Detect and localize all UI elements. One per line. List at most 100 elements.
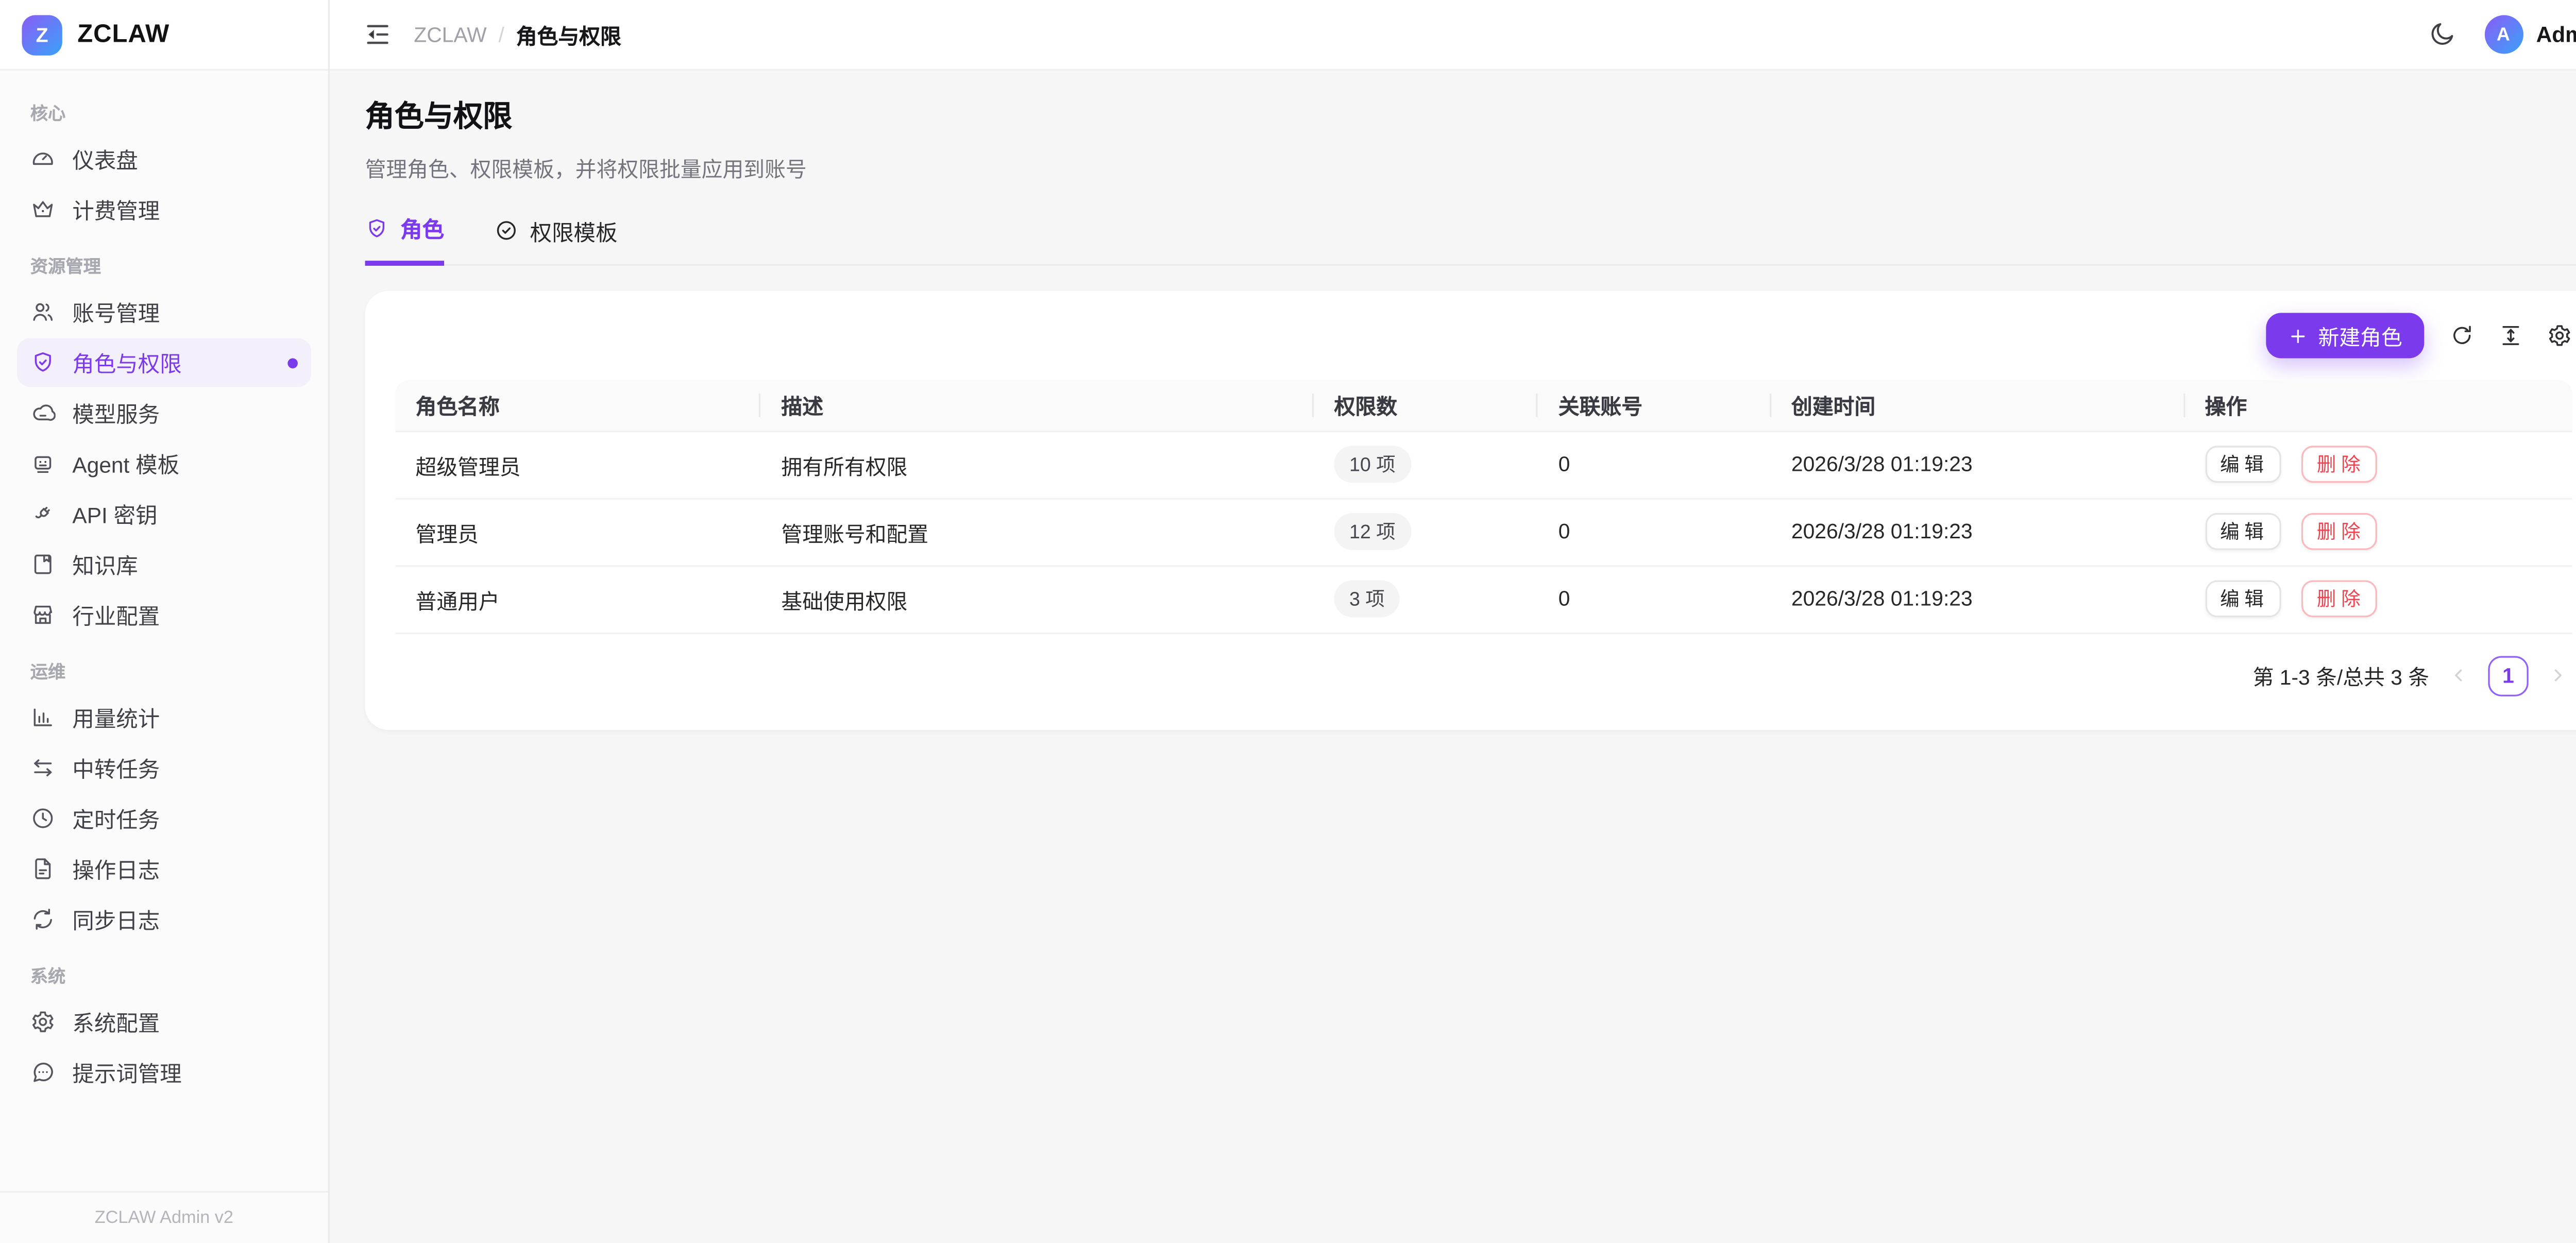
cell-role-name: 管理员 bbox=[395, 498, 761, 566]
dark-mode-toggle[interactable] bbox=[2427, 20, 2455, 49]
sidebar-item-industry-config[interactable]: 行业配置 bbox=[17, 590, 311, 639]
bar-chart-icon bbox=[30, 705, 56, 730]
column-settings-button[interactable] bbox=[2547, 323, 2572, 348]
sidebar-item-label: 操作日志 bbox=[72, 853, 160, 885]
sidebar-item-label: Agent 模板 bbox=[72, 448, 179, 480]
table-header-row: 角色名称 描述 权限数 关联账号 创建时间 操作 bbox=[395, 380, 2572, 431]
breadcrumb-current: 角色与权限 bbox=[516, 19, 621, 50]
sidebar-item-operation-logs[interactable]: 操作日志 bbox=[17, 844, 311, 893]
gear-icon bbox=[30, 1009, 56, 1034]
new-role-label: 新建角色 bbox=[2318, 319, 2402, 351]
tab-bar: 角色 权限模板 bbox=[365, 212, 2576, 265]
sidebar-item-dashboard[interactable]: 仪表盘 bbox=[17, 134, 311, 183]
sidebar-item-label: 用量统计 bbox=[72, 702, 160, 734]
pagination-prev-button[interactable] bbox=[2448, 665, 2469, 686]
cell-linked-accounts: 0 bbox=[1538, 431, 1771, 498]
cell-description: 基础使用权限 bbox=[761, 565, 1314, 633]
pagination-summary: 第 1-3 条/总共 3 条 bbox=[2253, 659, 2429, 691]
table-row: 普通用户 基础使用权限 3 项 0 2026/3/28 01:19:23 编辑 … bbox=[395, 565, 2572, 633]
moon-icon bbox=[2427, 20, 2455, 49]
column-header-actions: 操作 bbox=[2185, 380, 2572, 431]
active-dot-indicator bbox=[287, 357, 298, 368]
sidebar-footer-version: ZCLAW Admin v2 bbox=[0, 1191, 328, 1243]
pagination-page-1[interactable]: 1 bbox=[2488, 655, 2528, 695]
chevron-right-icon bbox=[2547, 665, 2569, 686]
topbar-right: A Admin bbox=[2427, 15, 2576, 54]
sidebar-item-api-keys[interactable]: API 密钥 bbox=[17, 489, 311, 538]
tab-roles[interactable]: 角色 bbox=[365, 212, 445, 265]
transfer-icon bbox=[30, 755, 56, 780]
breadcrumb-root[interactable]: ZCLAW bbox=[414, 23, 486, 46]
tab-permission-templates[interactable]: 权限模板 bbox=[495, 212, 617, 265]
shield-check-icon bbox=[30, 350, 56, 375]
sidebar-item-label: 提示词管理 bbox=[72, 1057, 181, 1088]
tab-label: 角色 bbox=[400, 212, 444, 244]
sidebar-item-scheduled-tasks[interactable]: 定时任务 bbox=[17, 794, 311, 843]
users-icon bbox=[30, 299, 56, 325]
permission-count-badge: 10 项 bbox=[1334, 446, 1411, 483]
sidebar-item-label: 系统配置 bbox=[72, 1006, 160, 1038]
edit-button[interactable]: 编辑 bbox=[2205, 581, 2281, 618]
gear-icon bbox=[2547, 323, 2572, 348]
sidebar-collapse-button[interactable] bbox=[363, 20, 392, 49]
sidebar-item-system-config[interactable]: 系统配置 bbox=[17, 997, 311, 1046]
sidebar-item-label: API 密钥 bbox=[72, 498, 157, 530]
user-name[interactable]: Admin bbox=[2536, 22, 2576, 47]
sidebar-item-knowledge-base[interactable]: 知识库 bbox=[17, 540, 311, 589]
toolbar-icon-group bbox=[2449, 323, 2572, 348]
shield-check-icon bbox=[365, 216, 389, 240]
sidebar-item-sync-logs[interactable]: 同步日志 bbox=[17, 895, 311, 944]
sidebar-item-model-services[interactable]: 模型服务 bbox=[17, 388, 311, 437]
message-dots-icon bbox=[30, 1060, 56, 1085]
edit-button[interactable]: 编辑 bbox=[2205, 513, 2281, 550]
refresh-button[interactable] bbox=[2449, 323, 2475, 348]
sidebar-item-label: 中转任务 bbox=[72, 752, 160, 784]
sidebar-item-billing[interactable]: 计费管理 bbox=[17, 185, 311, 234]
menu-fold-icon bbox=[363, 20, 392, 49]
page-content: 角色与权限 管理角色、权限模板，并将权限批量应用到账号 角色 权限模板 bbox=[330, 71, 2576, 1243]
delete-button[interactable]: 删除 bbox=[2301, 513, 2377, 550]
nav-section-resources: 资源管理 bbox=[30, 254, 298, 279]
cell-role-name: 普通用户 bbox=[395, 565, 761, 633]
table-toolbar: 新建角色 bbox=[395, 313, 2572, 358]
sidebar-item-agent-templates[interactable]: Agent 模板 bbox=[17, 439, 311, 488]
density-button[interactable] bbox=[2498, 323, 2523, 348]
nav-section-system: 系统 bbox=[30, 964, 298, 989]
store-icon bbox=[30, 602, 56, 627]
table-row: 管理员 管理账号和配置 12 项 0 2026/3/28 01:19:23 编辑… bbox=[395, 498, 2572, 566]
pagination-next-button[interactable] bbox=[2547, 665, 2569, 686]
breadcrumb: ZCLAW / 角色与权限 bbox=[414, 19, 621, 50]
cell-role-name: 超级管理员 bbox=[395, 431, 761, 498]
new-role-button[interactable]: 新建角色 bbox=[2266, 313, 2424, 358]
main-area: ZCLAW / 角色与权限 A Admin 角色与权限 管理角色、权限模板，并将… bbox=[330, 0, 2576, 1243]
sidebar-item-accounts[interactable]: 账号管理 bbox=[17, 287, 311, 336]
cell-linked-accounts: 0 bbox=[1538, 565, 1771, 633]
delete-button[interactable]: 删除 bbox=[2301, 446, 2377, 483]
page-title: 角色与权限 bbox=[365, 94, 2576, 137]
column-header-linked-accounts: 关联账号 bbox=[1538, 380, 1771, 431]
column-header-role-name: 角色名称 bbox=[395, 380, 761, 431]
user-avatar[interactable]: A bbox=[2484, 15, 2522, 54]
edit-button[interactable]: 编辑 bbox=[2205, 446, 2281, 483]
sidebar-item-usage-stats[interactable]: 用量统计 bbox=[17, 693, 311, 742]
book-icon bbox=[30, 552, 56, 577]
table-row: 超级管理员 拥有所有权限 10 项 0 2026/3/28 01:19:23 编… bbox=[395, 431, 2572, 498]
sidebar-header: Z ZCLAW bbox=[0, 0, 328, 71]
sidebar-item-relay-tasks[interactable]: 中转任务 bbox=[17, 743, 311, 792]
gauge-icon bbox=[30, 146, 56, 172]
roles-table: 角色名称 描述 权限数 关联账号 创建时间 操作 超级管理员 拥 bbox=[395, 380, 2572, 633]
sidebar-item-roles-permissions[interactable]: 角色与权限 bbox=[17, 338, 311, 387]
cell-created-at: 2026/3/28 01:19:23 bbox=[1771, 498, 2185, 566]
sidebar-item-label: 定时任务 bbox=[72, 803, 160, 835]
sidebar-item-label: 角色与权限 bbox=[72, 347, 181, 379]
sidebar-item-prompt-management[interactable]: 提示词管理 bbox=[17, 1048, 311, 1097]
column-header-permission-count: 权限数 bbox=[1314, 380, 1538, 431]
clock-icon bbox=[30, 806, 56, 831]
file-text-icon bbox=[30, 856, 56, 881]
delete-button[interactable]: 删除 bbox=[2301, 581, 2377, 618]
permission-count-badge: 12 项 bbox=[1334, 513, 1411, 550]
tab-label: 权限模板 bbox=[530, 214, 618, 246]
nav-section-core: 核心 bbox=[30, 101, 298, 126]
brand-name: ZCLAW bbox=[77, 20, 170, 49]
sidebar-item-label: 模型服务 bbox=[72, 397, 160, 429]
